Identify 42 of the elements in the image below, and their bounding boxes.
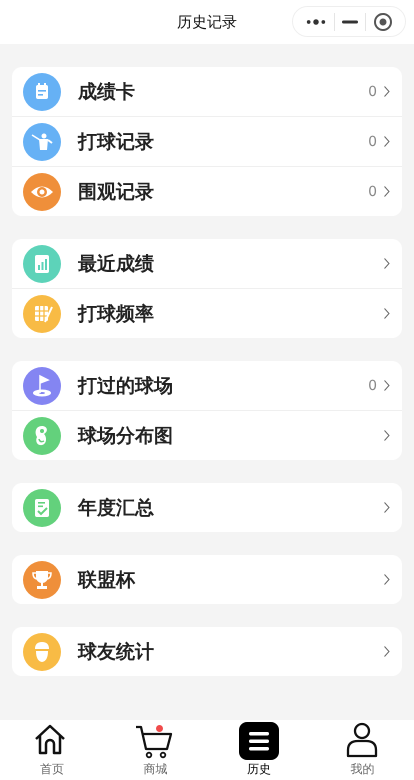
menu-item[interactable]: 最近成绩 <box>12 239 402 288</box>
chevron-right-icon <box>384 646 390 657</box>
menu-label: 最近成绩 <box>78 252 154 276</box>
tab[interactable]: 历史 <box>207 720 310 780</box>
menu-item[interactable]: 成绩卡 0 <box>12 67 402 116</box>
count-text: 0 <box>368 84 377 100</box>
menu-item[interactable]: 联盟杯 <box>12 555 402 604</box>
menu-label: 打球记录 <box>78 130 154 154</box>
close-icon[interactable] <box>373 12 394 32</box>
chevron-right-icon <box>384 186 390 197</box>
more-icon[interactable] <box>304 16 327 26</box>
menu-label: 年度汇总 <box>78 496 154 520</box>
menu-item[interactable]: 围观记录 0 <box>12 166 402 216</box>
tab[interactable]: 我的 <box>310 720 414 780</box>
menu-label: 球友统计 <box>78 640 154 664</box>
menu-item[interactable]: 球场分布图 <box>12 410 402 460</box>
count-text: 0 <box>368 378 377 394</box>
count-text: 0 <box>368 184 377 200</box>
chevron-right-icon <box>384 502 390 513</box>
menu-label: 球场分布图 <box>78 424 173 448</box>
chevron-right-icon <box>384 86 390 97</box>
chevron-right-icon <box>384 430 390 441</box>
menu-item[interactable]: 年度汇总 <box>12 483 402 532</box>
menu-item[interactable]: 球友统计 <box>12 627 402 676</box>
chevron-right-icon <box>384 574 390 585</box>
chevron-right-icon <box>384 136 390 147</box>
tab[interactable]: 首页 <box>0 720 104 780</box>
menu-label: 成绩卡 <box>78 80 135 104</box>
menu-item[interactable]: 打球记录 0 <box>12 116 402 166</box>
menu-item[interactable]: 打过的球场 0 <box>12 361 402 410</box>
chevron-right-icon <box>384 308 390 319</box>
menu-label: 打过的球场 <box>78 374 173 398</box>
menu-label: 打球频率 <box>78 302 154 326</box>
page-title: 历史记录 <box>177 12 237 32</box>
chevron-right-icon <box>384 258 390 269</box>
minimize-icon[interactable] <box>342 20 358 24</box>
chevron-right-icon <box>384 380 390 391</box>
menu-label: 围观记录 <box>78 180 154 204</box>
count-text: 0 <box>368 134 377 150</box>
tab[interactable]: 商城 <box>104 720 207 780</box>
menu-label: 联盟杯 <box>78 568 135 592</box>
menu-item[interactable]: 打球频率 <box>12 288 402 338</box>
